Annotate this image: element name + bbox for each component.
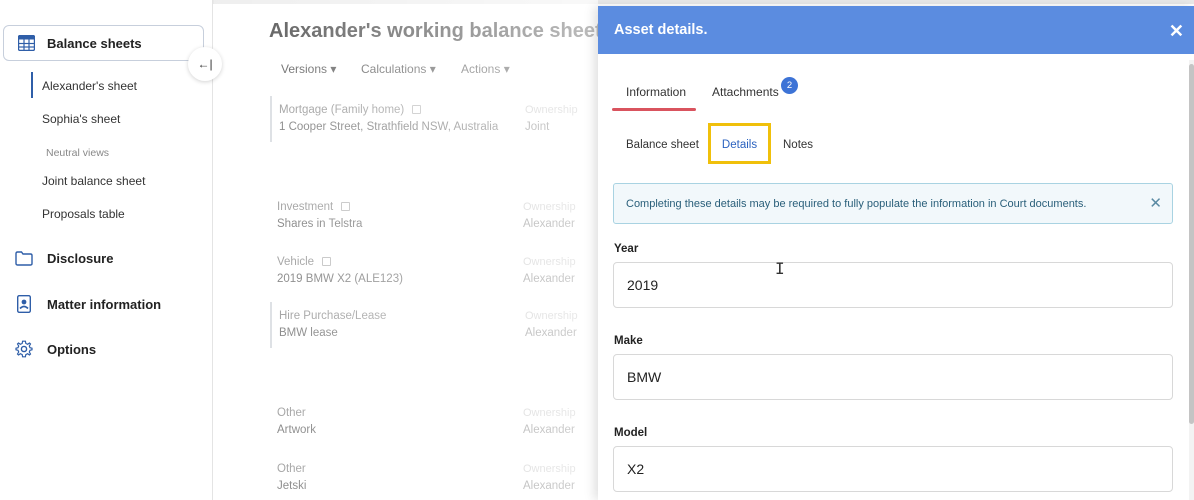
ownership-value: Alexander	[525, 327, 577, 339]
menu-actions-label: Actions	[461, 62, 501, 76]
table-icon	[17, 34, 35, 52]
id-card-icon	[15, 295, 33, 313]
model-label: Model	[614, 427, 648, 439]
ownership-label: Ownership	[523, 256, 576, 268]
nav-matter-information-label: Matter information	[47, 296, 162, 312]
sidebar-item-alexanders-sheet[interactable]: Alexander's sheet	[42, 79, 137, 93]
nav-disclosure-label: Disclosure	[47, 250, 114, 266]
ownership-value: Alexander	[523, 480, 575, 492]
row-description: 1 Cooper Street, Strathfield NSW, Austra…	[279, 121, 499, 133]
menu-versions[interactable]: Versions ▾	[281, 62, 336, 76]
collapse-sidebar-button[interactable]: ←|	[188, 47, 222, 81]
scrollbar-thumb[interactable]	[1189, 64, 1194, 424]
neutral-views-caption: Neutral views	[46, 147, 110, 159]
table-row[interactable]: Other Artwork Ownership Alexander	[270, 407, 598, 451]
tab-attachments[interactable]: Attachments	[712, 85, 779, 99]
caret-down-icon: ▾	[429, 62, 436, 76]
menu-calculations-label: Calculations	[361, 62, 427, 76]
attachments-count-badge: 2	[781, 77, 798, 94]
ownership-label: Ownership	[523, 463, 576, 475]
active-tab-underline	[612, 108, 696, 111]
make-input[interactable]	[613, 354, 1173, 400]
table-row[interactable]: Hire Purchase/Lease BMW lease Ownership …	[270, 302, 598, 348]
caret-down-icon: ▾	[330, 62, 337, 76]
row-category-text: Investment	[277, 201, 334, 213]
row-description: 2019 BMW X2 (ALE123)	[277, 273, 403, 285]
menu-calculations[interactable]: Calculations ▾	[361, 62, 436, 76]
caret-down-icon: ▾	[503, 62, 510, 76]
subtab-details-label: Details	[721, 139, 758, 151]
row-category-text: Vehicle	[277, 256, 315, 268]
row-description: BMW lease	[279, 327, 338, 339]
row-category: Vehicle	[277, 256, 332, 268]
table-row[interactable]: Other Jetski Ownership Alexander	[270, 463, 598, 500]
nav-balance-sheets[interactable]: Balance sheets	[3, 25, 204, 61]
sidebar-item-joint-balance-sheet[interactable]: Joint balance sheet	[42, 174, 145, 188]
row-description: Shares in Telstra	[277, 218, 363, 230]
ownership-value: Alexander	[523, 424, 575, 436]
sidebar-item-proposals-table[interactable]: Proposals table	[42, 207, 125, 221]
make-label: Make	[614, 335, 643, 347]
menu-versions-label: Versions	[281, 62, 328, 76]
table-row[interactable]: Investment Shares in Telstra Ownership A…	[270, 201, 598, 245]
folder-icon	[15, 249, 33, 267]
subtab-notes[interactable]: Notes	[783, 139, 813, 151]
ownership-label: Ownership	[523, 201, 576, 213]
gear-icon	[15, 340, 33, 358]
row-description: Jetski	[277, 480, 307, 492]
text-cursor-icon: I	[775, 259, 785, 278]
model-input[interactable]	[613, 446, 1173, 492]
panel-header: Asset details. ✕	[598, 6, 1194, 54]
ownership-label: Ownership	[525, 104, 578, 116]
row-category-text: Mortgage (Family home)	[279, 104, 405, 116]
nav-options-label: Options	[47, 341, 97, 357]
sidebar-item-sophias-sheet[interactable]: Sophia's sheet	[42, 112, 120, 126]
ownership-label: Ownership	[523, 407, 576, 419]
row-category: Other	[277, 463, 306, 475]
ownership-label: Ownership	[525, 310, 578, 322]
page-title: Alexander's working balance sheet	[269, 20, 598, 42]
close-icon[interactable]: ✕	[1169, 21, 1184, 42]
close-icon[interactable]: ✕	[1149, 194, 1162, 212]
nav-options[interactable]: Options	[15, 340, 96, 358]
ownership-value: Alexander	[523, 273, 575, 285]
nav-matter-information[interactable]: Matter information	[15, 295, 161, 313]
ownership-value: Alexander	[523, 218, 575, 230]
alert-text: Completing these details may be required…	[626, 198, 1087, 210]
panel-title: Asset details.	[614, 22, 708, 38]
main-content: Alexander's working balance sheet Versio…	[214, 0, 598, 500]
info-alert: Completing these details may be required…	[613, 183, 1173, 224]
table-row[interactable]: Mortgage (Family home) 1 Cooper Street, …	[270, 96, 598, 142]
sidebar: Balance sheets Alexander's sheet Sophia'…	[0, 0, 213, 500]
row-category: Other	[277, 407, 306, 419]
panel-scrollbar[interactable]	[1189, 60, 1194, 500]
nav-balance-sheets-label: Balance sheets	[47, 35, 142, 51]
row-description: Artwork	[277, 424, 316, 436]
row-category: Mortgage (Family home)	[279, 104, 422, 116]
active-indicator	[31, 72, 33, 98]
note-icon	[322, 257, 332, 267]
nav-disclosure[interactable]: Disclosure	[15, 249, 113, 267]
ownership-value: Joint	[525, 121, 550, 133]
subtab-balance-sheet[interactable]: Balance sheet	[626, 139, 699, 151]
menu-actions[interactable]: Actions ▾	[461, 62, 510, 76]
row-category: Hire Purchase/Lease	[279, 310, 387, 322]
year-label: Year	[614, 243, 639, 255]
note-icon	[412, 105, 422, 115]
table-row[interactable]: Vehicle 2019 BMW X2 (ALE123) Ownership A…	[270, 256, 598, 300]
note-icon	[341, 202, 351, 212]
asset-details-panel: Asset details. ✕ Information Attachments…	[598, 6, 1194, 500]
row-category: Investment	[277, 201, 351, 213]
tab-information[interactable]: Information	[626, 85, 686, 99]
year-input[interactable]	[613, 262, 1173, 308]
subtab-details[interactable]: Details	[708, 123, 771, 164]
